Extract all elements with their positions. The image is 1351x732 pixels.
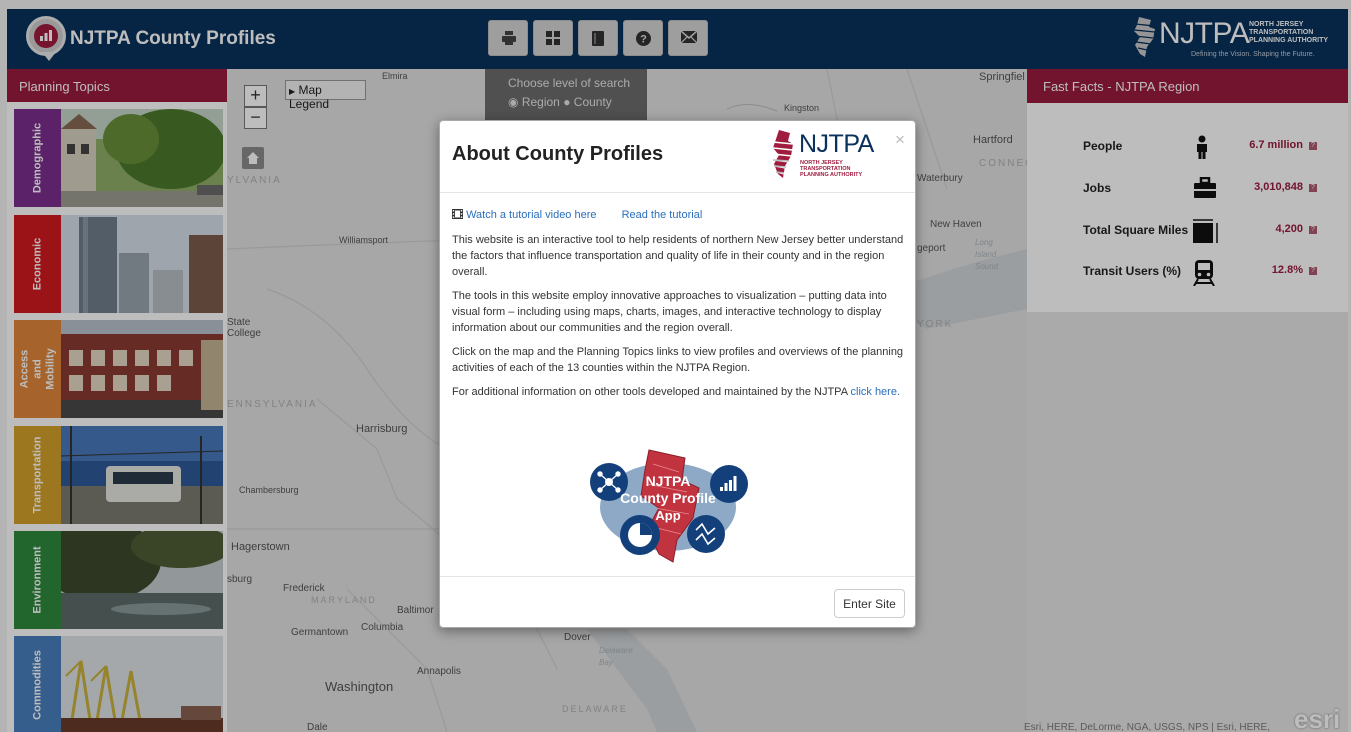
more-info-paragraph: For additional information on other tool…: [452, 384, 907, 400]
nj-state-mark-icon: [772, 130, 794, 178]
close-button[interactable]: ×: [895, 130, 905, 150]
modal-logo-full-name: NORTH JERSEY TRANSPORTATION PLANNING AUT…: [800, 160, 863, 178]
click-here-link[interactable]: click here.: [851, 386, 901, 398]
modal-footer: Enter Site: [440, 576, 915, 628]
film-icon: [452, 209, 463, 219]
tutorial-video-link[interactable]: Watch a tutorial video here: [466, 209, 596, 221]
app-logo-line1: NJTPA: [646, 473, 691, 489]
njtpa-logo: NJTPA NORTH JERSEY TRANSPORTATION PLANNI…: [771, 130, 881, 185]
tutorial-links: Watch a tutorial video here Read the tut…: [452, 207, 907, 223]
intro-paragraph: This website is an interactive tool to h…: [452, 234, 904, 278]
app-logo-line2: County Profile: [620, 490, 716, 506]
modal-body: Watch a tutorial video here Read the tut…: [452, 207, 907, 408]
enter-site-button[interactable]: Enter Site: [834, 589, 905, 618]
modal-header: About County Profiles NJTPA NORTH JERSEY…: [440, 121, 915, 193]
tools-paragraph: The tools in this website employ innovat…: [452, 290, 887, 334]
instructions-paragraph: Click on the map and the Planning Topics…: [452, 346, 904, 374]
about-modal: About County Profiles NJTPA NORTH JERSEY…: [439, 120, 916, 628]
modal-title: About County Profiles: [452, 143, 664, 165]
modal-logo-name: NJTPA: [799, 130, 874, 158]
county-profile-app-logo: NJTPA County Profile App: [590, 449, 748, 563]
read-tutorial-link[interactable]: Read the tutorial: [622, 209, 703, 221]
app-logo-line3: App: [655, 508, 680, 523]
more-info-text: For additional information on other tool…: [452, 386, 848, 398]
